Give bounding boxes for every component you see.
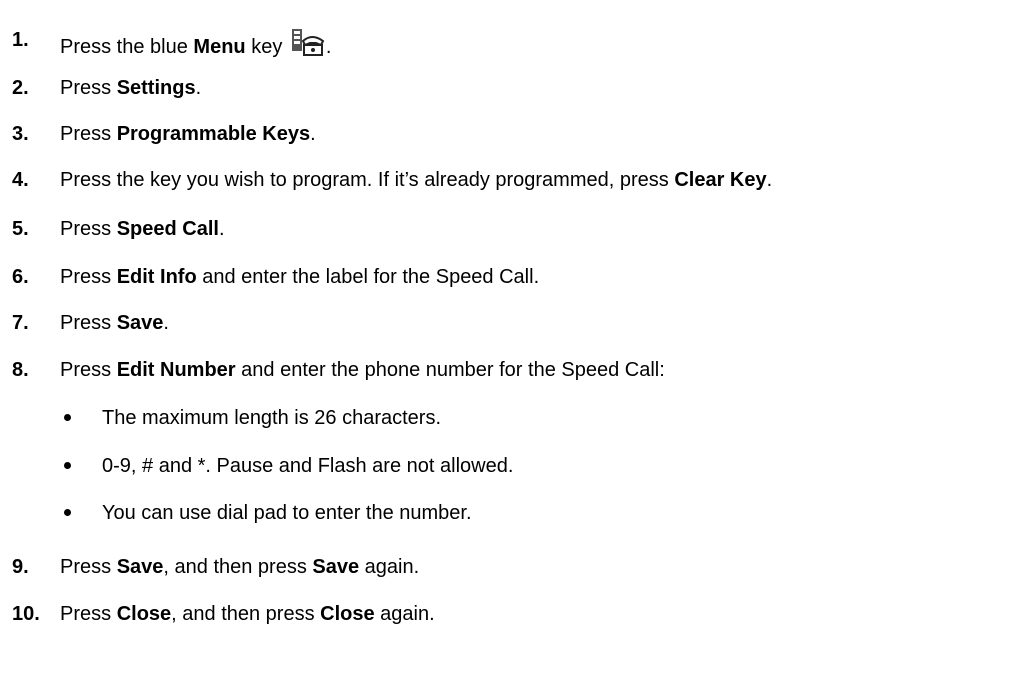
step-keyword: Menu [193, 36, 246, 58]
step-number: 7. [12, 312, 29, 334]
step-text: Press the blue Menu key . [60, 27, 331, 60]
step-text-segment: Press the key you wish to program. If it… [60, 169, 675, 191]
step-text: Press the key you wish to program. If it… [60, 167, 772, 193]
step-text-segment: , and then press [163, 556, 313, 578]
step-text: Press Save. [60, 310, 169, 336]
step-text-segment: Press [60, 312, 117, 334]
bullet-dot [64, 414, 71, 421]
step-number: 8. [12, 359, 29, 381]
step-text-segment: Press [60, 556, 117, 578]
step-text-segment: . [766, 169, 773, 191]
step-text-segment: . [195, 77, 202, 99]
step-keyword: Close [320, 603, 375, 625]
step-number: 10. [12, 603, 40, 625]
step-text: Press Edit Number and enter the phone nu… [60, 357, 665, 383]
step-keyword: Save [116, 556, 164, 578]
step-text-segment: and enter the phone number for the Speed… [235, 359, 665, 381]
step-text-segment: . [310, 123, 316, 145]
step-text-segment: Press [60, 359, 117, 381]
step-text-segment: , and then press [171, 603, 321, 625]
step-text: Press Programmable Keys. [60, 121, 316, 147]
step-number: 9. [12, 556, 29, 578]
step-number: 6. [12, 266, 29, 288]
step-text-segment: Press [60, 77, 117, 99]
step-text-segment: Press [60, 603, 117, 625]
step-text-segment: . [163, 312, 169, 334]
step-keyword: Save [116, 312, 164, 334]
step-keyword: Edit Info [116, 266, 197, 288]
step-text-segment: Press the blue [60, 36, 194, 58]
step-text-segment: key [245, 36, 288, 58]
step-text-segment: and enter the label for the Speed Call. [196, 266, 540, 288]
step-keyword: Edit Number [116, 359, 236, 381]
bullet-text: 0-9, # and *. Pause and Flash are not al… [102, 455, 514, 477]
step-text-segment: again. [374, 603, 435, 625]
step-number: 2. [12, 77, 29, 99]
bullet-text: You can use dial pad to enter the number… [102, 502, 472, 524]
step-number: 1. [12, 29, 29, 51]
step-keyword: Programmable Keys [116, 123, 311, 145]
step-text: Press Close, and then press Close again. [60, 601, 435, 627]
step-text-segment: . [325, 36, 332, 58]
step-text-segment: Press [60, 266, 117, 288]
bullet-dot [64, 462, 71, 469]
step-keyword: Settings [116, 77, 196, 99]
step-text: Press Speed Call. [60, 216, 225, 242]
step-keyword: Clear Key [674, 169, 767, 191]
step-text-segment: again. [359, 556, 420, 578]
step-text-segment: Press [60, 218, 117, 240]
step-keyword: Speed Call [116, 218, 219, 240]
bullet-dot [64, 509, 71, 516]
step-text-segment: Press [60, 123, 117, 145]
step-text: Press Save, and then press Save again. [60, 554, 419, 580]
step-keyword: Close [116, 603, 172, 625]
step-text: Press Edit Info and enter the label for … [60, 264, 539, 290]
menu-key-icon [291, 29, 325, 56]
step-number: 5. [12, 218, 29, 240]
step-number: 3. [12, 123, 29, 145]
step-text: Press Settings. [60, 75, 201, 101]
bullet-text: The maximum length is 26 characters. [102, 407, 442, 429]
step-keyword: Save [312, 556, 360, 578]
step-number: 4. [12, 169, 29, 191]
step-text-segment: . [218, 218, 225, 240]
